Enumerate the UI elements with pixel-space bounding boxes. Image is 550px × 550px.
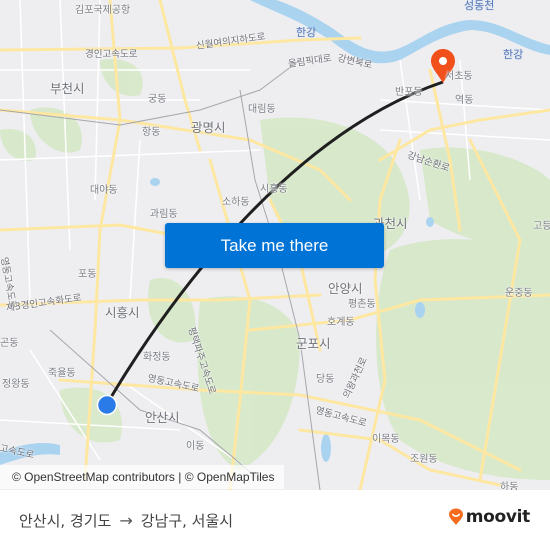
map-label-place: 죽율동 bbox=[48, 368, 76, 379]
moovit-pin-icon bbox=[448, 508, 463, 525]
map-label-place: 소하동 bbox=[222, 197, 250, 208]
map-label-city: 군포시 bbox=[296, 336, 331, 351]
map-attribution: © OpenStreetMap contributors | © OpenMap… bbox=[0, 465, 285, 489]
map-label-place: 시흥동 bbox=[260, 184, 288, 195]
map-label-place: 화정동 bbox=[143, 352, 171, 363]
moovit-logo[interactable]: moovit bbox=[448, 507, 530, 527]
arrow-right-icon: → bbox=[119, 510, 133, 530]
map-label-place: 정왕동 bbox=[2, 379, 30, 390]
map-label-place: 대야동 bbox=[90, 185, 118, 196]
footer: 안산시, 경기도 → 강남구, 서울시 moovit bbox=[0, 490, 550, 550]
map-label-place: 역동 bbox=[455, 95, 474, 106]
map-label-place: 이동 bbox=[186, 441, 205, 452]
map-label-water: 한강 bbox=[503, 48, 524, 61]
map-label-place: 궁동 bbox=[148, 94, 167, 105]
map-label-place: 평촌동 bbox=[348, 299, 376, 310]
origin-marker[interactable] bbox=[96, 394, 118, 416]
map-label-place: 김포국제공항 bbox=[75, 5, 131, 16]
map-label-place: 호계동 bbox=[327, 317, 355, 328]
map-view[interactable]: 김포국제공항 경인고속도로 신월여의지하도로 부천시 궁동 대림동 광명시 항동 한강 올림픽대로… bbox=[0, 0, 550, 490]
map-label-place: 고등동 bbox=[533, 221, 550, 232]
map-label-city: 부천시 bbox=[50, 81, 85, 96]
map-label-place: 운중동 bbox=[505, 288, 533, 299]
map-label-city: 시흥시 bbox=[105, 305, 140, 320]
map-label-city: 안산시 bbox=[145, 410, 180, 425]
map-label-place: 반포동 bbox=[395, 87, 423, 98]
origin-label: 안산시, 경기도 bbox=[19, 511, 112, 530]
map-label-place: 곤동 bbox=[0, 338, 19, 349]
map-label-place: 하동 bbox=[500, 482, 519, 490]
map-label-place: 포동 bbox=[78, 269, 97, 280]
map-label-place: 과림동 bbox=[150, 209, 178, 220]
route-title: 안산시, 경기도 → 강남구, 서울시 bbox=[19, 508, 233, 532]
take-me-there-button[interactable]: Take me there bbox=[165, 223, 384, 268]
map-label-place: 이목동 bbox=[372, 434, 400, 445]
map-label-water: 한강 bbox=[296, 26, 317, 39]
map-label-place: 항동 bbox=[142, 127, 161, 138]
destination-label: 강남구, 서울시 bbox=[140, 511, 234, 530]
map-label-city: 광명시 bbox=[191, 120, 226, 135]
moovit-wordmark: moovit bbox=[465, 507, 531, 527]
map-label-place: 서초동 bbox=[445, 71, 473, 82]
map-label-place: 대림동 bbox=[248, 104, 276, 115]
map-label-road: 경인고속도로 bbox=[85, 49, 138, 60]
map-label-place: 조원동 bbox=[410, 454, 438, 465]
map-label-water: 성동천 bbox=[464, 0, 495, 12]
map-label-place: 당동 bbox=[316, 374, 335, 385]
